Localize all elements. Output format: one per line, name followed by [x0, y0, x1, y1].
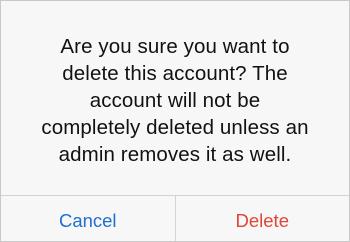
- cancel-button[interactable]: Cancel: [1, 196, 175, 241]
- alert-message-line: completely deleted unless an: [41, 115, 309, 139]
- alert-actions: Cancel Delete: [1, 196, 349, 241]
- alert-message-line: admin removes it as well.: [58, 142, 292, 166]
- alert-message-line: delete this account? The: [62, 61, 288, 85]
- alert-message: Are you sure you want to delete this acc…: [15, 33, 335, 168]
- alert-message-line: account will not be: [89, 88, 261, 112]
- alert-message-area: Are you sure you want to delete this acc…: [1, 1, 349, 195]
- alert-message-line: Are you sure you want to: [60, 34, 290, 58]
- delete-account-alert: Are you sure you want to delete this acc…: [0, 0, 350, 242]
- delete-button[interactable]: Delete: [176, 196, 350, 241]
